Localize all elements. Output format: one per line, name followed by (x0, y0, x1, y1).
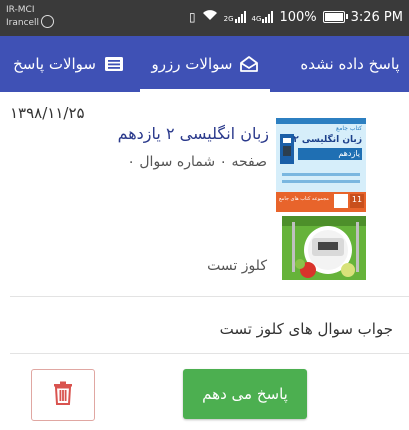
signal-1-icon (234, 11, 246, 23)
vibrate-icon: ▯ (189, 10, 196, 24)
tab-reserved-label: سوالات رزرو (151, 55, 233, 73)
divider (10, 296, 409, 297)
battery-icon (322, 11, 348, 23)
tab-unanswered[interactable]: پاسخ داده نشده (287, 36, 409, 92)
book-cover-header: کتاب جامع (336, 125, 362, 132)
tab-answered-label: سوالات پاسخ (13, 55, 96, 73)
carrier-info: IR-MCI Irancell (6, 5, 55, 28)
signal-1-group: 2G (224, 11, 246, 23)
whatsapp-icon (41, 15, 55, 28)
tab-unanswered-label: پاسخ داده نشده (300, 55, 400, 73)
wifi-icon (202, 9, 218, 25)
book-cover-subtitle: یازدهم (338, 149, 360, 158)
clock: 3:26 PM (350, 9, 403, 25)
carrier-2: Irancell (6, 18, 40, 28)
book-cover-badge: 11 (351, 195, 363, 204)
tab-reserved[interactable]: سوالات رزرو (140, 36, 270, 92)
question-date: ۱۳۹۸/۱۱/۲۵ (10, 104, 85, 122)
book-title: زبان انگلیسی ۲ یازدهم (117, 124, 269, 143)
book-meta: صفحه ۰ شماره سوال ۰ (127, 154, 267, 170)
inbox-icon (104, 56, 124, 72)
tab-answered[interactable]: سوالات پاسخ (0, 36, 124, 92)
envelope-open-icon (240, 56, 259, 72)
book-cover-title: زبان انگلیسی ۲ (293, 135, 362, 145)
tab-bar: پاسخ داده نشده سوالات رزرو سوالات پاسخ (0, 36, 409, 92)
status-bar: IR-MCI Irancell ▯ 2G 4G 100% 3:26 PM (0, 0, 409, 36)
delete-button[interactable] (31, 369, 95, 421)
battery-percent: 100% (279, 9, 317, 25)
signal-2-group: 4G (252, 11, 274, 23)
question-image (282, 216, 366, 280)
book-cover-image: کتاب جامع زبان انگلیسی ۲ یازدهم مجموعه ک… (276, 118, 366, 212)
answer-button[interactable]: پاسخ می دهم (183, 369, 307, 419)
carrier-1: IR-MCI (6, 5, 35, 15)
network-2-label: 4G (251, 15, 262, 23)
question-label: کلوز تست (207, 258, 267, 274)
divider (10, 353, 409, 354)
status-icons: ▯ 2G 4G 100% 3:26 PM (189, 9, 403, 25)
signal-2-icon (262, 11, 274, 23)
question-description: جواب سوال های کلوز تست (219, 320, 393, 338)
network-1-label: 2G (223, 15, 234, 23)
trash-icon (53, 381, 73, 409)
book-cover-footer: مجموعه کتاب های جامع (279, 196, 329, 202)
